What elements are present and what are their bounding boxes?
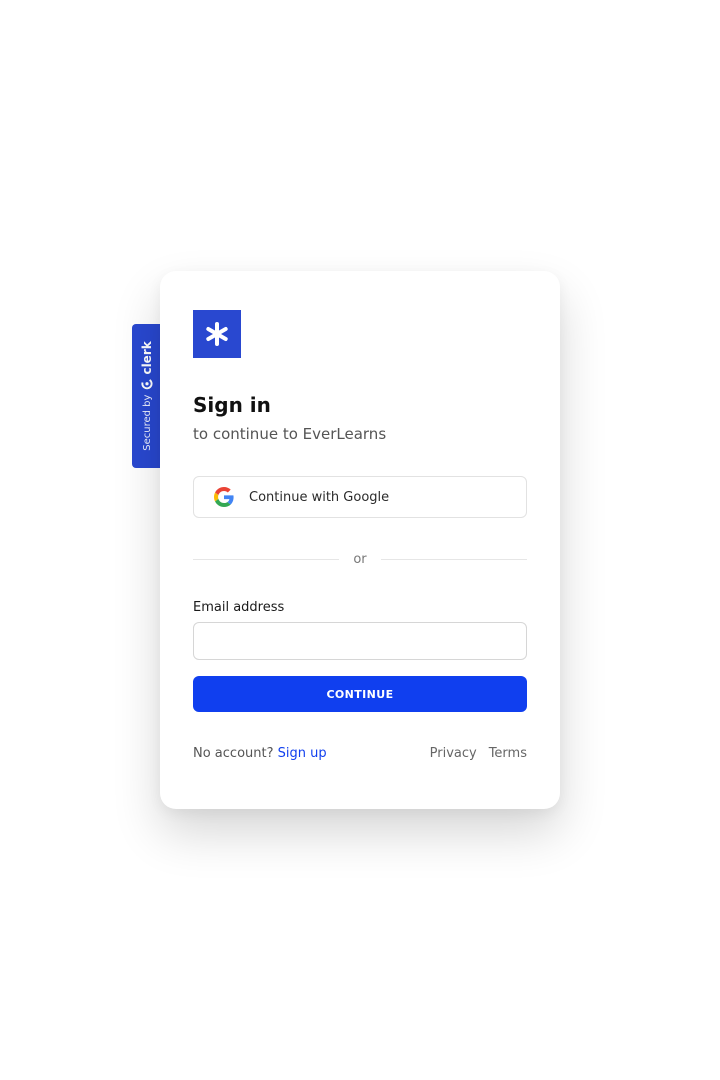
- page-subtitle: to continue to EverLearns: [193, 425, 387, 443]
- email-field[interactable]: [193, 622, 527, 660]
- clerk-brand: clerk: [140, 341, 154, 390]
- google-button-label: Continue with Google: [249, 489, 390, 505]
- divider-line-left: [193, 558, 340, 560]
- or-divider: or: [193, 550, 527, 568]
- clerk-logo-icon: [141, 377, 153, 390]
- asterisk-logo-icon: [193, 310, 241, 358]
- sign-in-page: Secured by clerk Sign in to continue to …: [0, 0, 720, 1080]
- continue-with-google-button[interactable]: Continue with Google: [193, 476, 527, 518]
- continue-button[interactable]: CONTINUE: [193, 676, 527, 712]
- card-footer: No account? Sign up Privacy Terms: [193, 744, 527, 762]
- terms-link[interactable]: Terms: [489, 746, 527, 761]
- secured-by-content: Secured by clerk: [140, 341, 154, 450]
- no-account-text: No account?: [193, 745, 274, 761]
- privacy-link[interactable]: Privacy: [430, 746, 477, 761]
- google-icon: [214, 487, 234, 507]
- signup-prompt: No account? Sign up: [193, 746, 327, 761]
- sign-up-link[interactable]: Sign up: [278, 746, 327, 761]
- sign-in-card: Sign in to continue to EverLearns Contin…: [160, 271, 560, 809]
- page-title: Sign in: [193, 393, 271, 417]
- footer-links: Privacy Terms: [430, 746, 527, 761]
- clerk-brand-name: clerk: [140, 341, 154, 375]
- secured-by-clerk-badge[interactable]: Secured by clerk: [132, 324, 162, 468]
- divider-line-right: [380, 558, 527, 560]
- secured-by-text: Secured by: [141, 394, 153, 451]
- email-label: Email address: [193, 600, 285, 615]
- divider-text: or: [353, 551, 367, 567]
